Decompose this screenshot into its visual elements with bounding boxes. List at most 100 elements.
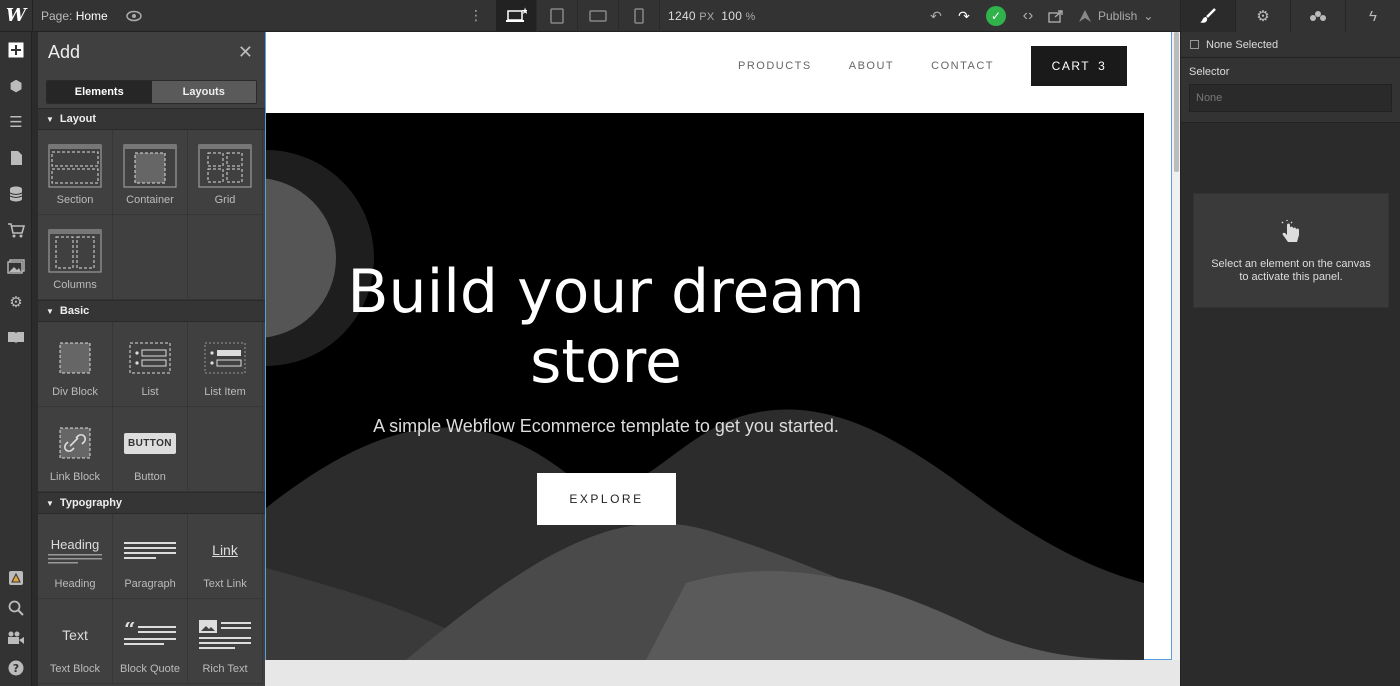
element-label: Block Quote: [120, 663, 180, 675]
element-label: Text Link: [203, 578, 247, 590]
hero-subtitle[interactable]: A simple Webflow Ecommerce template to g…: [326, 416, 886, 437]
symbols-cube-icon[interactable]: ⬢: [0, 68, 32, 104]
element-rich-text[interactable]: Rich Text: [188, 599, 263, 684]
nav-link-about[interactable]: ABOUT: [849, 60, 894, 72]
nav-link-contact[interactable]: CONTACT: [931, 60, 994, 72]
paragraph-thumb-icon: [123, 528, 177, 572]
section-thumb-icon: [48, 144, 102, 188]
zoom-value: 100: [721, 9, 743, 23]
add-panel-tabs: Elements Layouts: [46, 80, 257, 104]
webflow-logo[interactable]: W: [0, 0, 32, 32]
site-preview[interactable]: PRODUCTS ABOUT CONTACT CART 3 Build your…: [265, 32, 1172, 660]
left-icon-rail: ⬢ ☰ ⚙ ?: [0, 32, 32, 686]
tab-layouts[interactable]: Layouts: [151, 81, 256, 103]
cms-database-icon[interactable]: [0, 176, 32, 212]
code-export-icon[interactable]: ‹›: [1014, 0, 1042, 32]
share-icon[interactable]: [1042, 0, 1070, 32]
canvas-scrollbar-thumb[interactable]: [1174, 32, 1179, 172]
settings-gear-icon[interactable]: ⚙: [0, 284, 32, 320]
tablet-icon: [550, 8, 564, 24]
landscape-breakpoint-button[interactable]: [578, 0, 619, 32]
heading-thumb-text: Heading: [50, 536, 100, 552]
right-toolbar: ↶ ↷ ✓ ‹› Publish ⌄: [922, 0, 1153, 32]
category-layout-label: Layout: [59, 113, 96, 125]
element-label: Paragraph: [124, 578, 176, 590]
desktop-breakpoint-button[interactable]: ★: [496, 0, 537, 32]
assets-images-icon[interactable]: [0, 248, 32, 284]
element-block-quote[interactable]: “ Block Quote: [113, 599, 188, 684]
book-icon[interactable]: [0, 320, 32, 356]
design-canvas[interactable]: PRODUCTS ABOUT CONTACT CART 3 Build your…: [265, 32, 1180, 686]
publish-status-check-icon[interactable]: ✓: [986, 6, 1006, 26]
element-columns[interactable]: Columns: [38, 215, 113, 300]
publish-button[interactable]: Publish ⌄: [1078, 9, 1153, 23]
preview-eye-icon[interactable]: [120, 0, 148, 32]
tab-elements[interactable]: Elements: [47, 81, 152, 103]
element-div-block[interactable]: Div Block: [38, 322, 113, 407]
element-text-link[interactable]: Link Text Link: [188, 514, 263, 599]
navigator-icon[interactable]: ☰: [0, 104, 32, 140]
divider: [32, 0, 33, 32]
container-thumb-icon: [123, 144, 177, 188]
redo-icon[interactable]: ↷: [950, 0, 978, 32]
top-bar: W Page: Home ⋮ ★ 1240 PX 100 % ↶ ↷ ✓ ‹› …: [0, 0, 1400, 32]
element-label: Heading: [54, 578, 96, 590]
link-block-thumb-icon: [48, 421, 102, 465]
breakpoint-switcher: ★: [496, 0, 660, 32]
grid-thumb-icon: [198, 144, 252, 188]
style-brush-tab-icon[interactable]: [1180, 0, 1235, 32]
layout-elements-grid: Section Container Grid Columns: [38, 130, 265, 300]
category-basic-header[interactable]: ▼ Basic: [38, 300, 265, 322]
hero-title[interactable]: Build your dream store: [336, 257, 876, 397]
cart-button[interactable]: CART 3: [1031, 46, 1127, 86]
element-paragraph[interactable]: Paragraph: [113, 514, 188, 599]
element-link-block[interactable]: Link Block: [38, 407, 113, 492]
button-thumb-icon: BUTTON: [123, 421, 177, 465]
undo-icon[interactable]: ↶: [922, 0, 950, 32]
element-grid[interactable]: Grid: [188, 130, 263, 215]
pages-icon[interactable]: [0, 140, 32, 176]
canvas-dimensions[interactable]: 1240 PX 100 %: [668, 9, 756, 23]
explore-button[interactable]: EXPLORE: [537, 473, 676, 525]
ecommerce-cart-icon[interactable]: [0, 212, 32, 248]
category-typography-header[interactable]: ▼ Typography: [38, 492, 265, 514]
element-text-block[interactable]: Text Text Block: [38, 599, 113, 684]
width-value: 1240: [668, 9, 696, 23]
svg-text:?: ?: [13, 662, 19, 675]
add-panel-header: Add ✕: [38, 32, 265, 72]
element-section[interactable]: Section: [38, 130, 113, 215]
add-panel-plus-icon[interactable]: [0, 32, 32, 68]
more-dots-icon[interactable]: ⋮: [462, 0, 490, 32]
none-selected-label: None Selected: [1206, 38, 1279, 51]
help-question-icon[interactable]: ?: [0, 650, 32, 686]
element-heading[interactable]: Heading Heading: [38, 514, 113, 599]
list-item-thumb-icon: [198, 336, 252, 380]
checkbox-icon: [1190, 40, 1199, 49]
empty-tile: [188, 407, 263, 492]
interactions-drops-tab-icon[interactable]: [1290, 0, 1345, 32]
cart-count: 3: [1098, 59, 1107, 73]
selection-indicator: None Selected: [1181, 32, 1400, 58]
lightning-tab-icon[interactable]: ϟ: [1345, 0, 1400, 32]
element-container[interactable]: Container: [113, 130, 188, 215]
nav-link-products[interactable]: PRODUCTS: [738, 60, 812, 72]
zoom-unit: %: [745, 11, 756, 23]
portrait-breakpoint-button[interactable]: [619, 0, 660, 32]
category-typography-label: Typography: [59, 497, 123, 509]
text-link-thumb-icon: Link: [198, 528, 252, 572]
category-layout-header[interactable]: ▼ Layout: [38, 108, 265, 130]
element-list[interactable]: List: [113, 322, 188, 407]
element-list-item[interactable]: List Item: [188, 322, 263, 407]
tablet-breakpoint-button[interactable]: [537, 0, 578, 32]
element-label: List: [141, 386, 159, 398]
svg-text:★: ★: [521, 7, 527, 17]
rocket-icon: [1079, 10, 1091, 22]
hero-section[interactable]: Build your dream store A simple Webflow …: [266, 113, 1144, 660]
close-icon[interactable]: ✕: [238, 42, 253, 63]
selector-input[interactable]: None: [1189, 84, 1392, 112]
settings-gear-tab-icon[interactable]: ⚙: [1235, 0, 1290, 32]
phone-landscape-icon: [589, 10, 607, 22]
desktop-star-icon: ★: [506, 7, 527, 22]
page-selector[interactable]: Page: Home: [41, 9, 108, 23]
element-button[interactable]: BUTTON Button: [113, 407, 188, 492]
